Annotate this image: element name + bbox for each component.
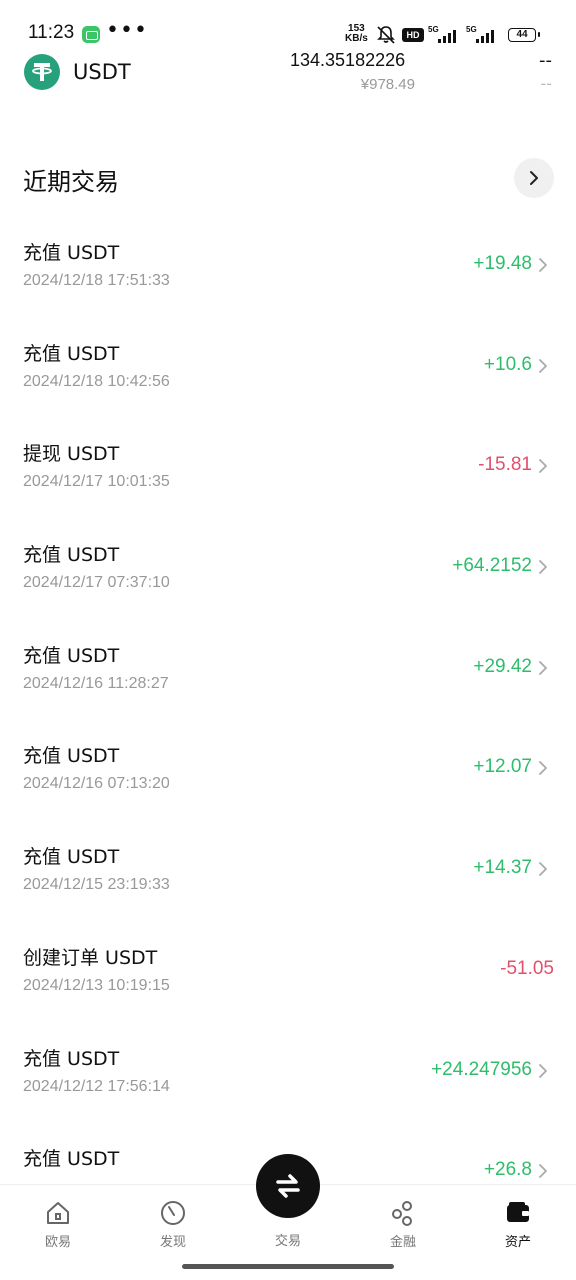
transaction-amount: -51.05: [500, 957, 554, 979]
transaction-time: 2024/12/16 11:28:27: [23, 674, 169, 692]
chevron-right-icon: [539, 459, 547, 474]
transaction-title: 充值 USDT: [23, 1047, 120, 1070]
asset-cny-value: ¥978.49: [360, 76, 415, 93]
transaction-title: 创建订单 USDT: [23, 946, 158, 969]
transaction-amount: +26.8: [483, 1159, 532, 1181]
transaction-row[interactable]: 充值 USDT 2024/12/17 07:37:10 +64.2152: [0, 516, 576, 617]
asset-change: --: [539, 50, 552, 71]
trade-button[interactable]: [256, 1154, 320, 1218]
recent-transactions-header: 近期交易: [0, 150, 576, 206]
bell-muted-icon: [376, 25, 396, 49]
transaction-time: 2024/12/16 07:13:20: [23, 775, 170, 793]
chevron-right-icon: [539, 1063, 547, 1078]
hd-voice-icon: HD: [402, 28, 424, 42]
asset-name: USDT: [73, 60, 131, 84]
nav-item-home[interactable]: 欧易: [18, 1199, 98, 1259]
transaction-row[interactable]: 提现 USDT 2024/12/17 10:01:35 -15.81: [0, 415, 576, 516]
transaction-amount: +19.48: [473, 253, 532, 274]
nav-label: 发现: [159, 1235, 186, 1250]
wallet-icon: [507, 1202, 529, 1222]
transaction-row[interactable]: 创建订单 USDT 2024/12/13 10:19:15 -51.05: [0, 919, 576, 1020]
view-more-button[interactable]: [514, 158, 554, 198]
transaction-row[interactable]: 充值 USDT 2024/12/18 17:51:33 +19.48: [0, 214, 576, 315]
asset-change-percent: --: [540, 74, 552, 93]
transaction-title: 充值 USDT: [23, 846, 120, 869]
transaction-time: 2024/12/12 17:56:14: [23, 1077, 170, 1095]
transaction-amount: +12.07: [473, 756, 532, 778]
transaction-title: 充值 USDT: [23, 1148, 120, 1171]
nav-label: 资产: [504, 1235, 531, 1250]
more-notifications-icon: •••: [106, 18, 148, 43]
transaction-time: 2024/12/13 10:19:15: [23, 976, 170, 994]
usdt-logo-icon: [24, 54, 60, 90]
chevron-right-icon: [539, 862, 547, 877]
transaction-time: 2024/12/17 07:37:10: [23, 574, 170, 592]
status-bar: 11:23 ••• 153 KB/s HD 5G 5G 44: [0, 0, 576, 50]
network-speed: 153 KB/s: [345, 23, 368, 44]
chevron-right-icon: [539, 560, 547, 574]
messaging-app-icon: [82, 26, 100, 43]
status-time: 11:23: [28, 22, 75, 43]
home-indicator[interactable]: [182, 1264, 394, 1269]
chevron-right-icon: [539, 761, 547, 776]
transaction-title: 充值 USDT: [23, 242, 120, 264]
swap-icon: [276, 1174, 300, 1198]
transaction-row[interactable]: 充值 USDT 2024/12/16 11:28:27 +29.42: [0, 617, 576, 718]
finance-icon: [392, 1201, 412, 1226]
transaction-amount: +24.247956: [431, 1058, 532, 1080]
discover-icon: [161, 1201, 185, 1225]
asset-amount: 134.35182226: [290, 50, 406, 70]
chevron-right-icon: [539, 1164, 547, 1179]
chevron-right-icon: [539, 358, 547, 373]
nav-item-assets[interactable]: 资产: [478, 1199, 558, 1259]
transaction-amount: +10.6: [483, 353, 532, 375]
nav-label: 金融: [389, 1235, 416, 1250]
nav-label: 欧易: [44, 1235, 71, 1250]
transaction-amount: +64.2152: [452, 555, 532, 577]
transaction-amount: -15.81: [478, 454, 532, 476]
section-title: 近期交易: [23, 168, 119, 196]
transaction-amount: +29.42: [473, 655, 532, 677]
asset-row-usdt[interactable]: USDT 134.35182226 ¥978.49 -- --: [0, 50, 576, 110]
transaction-time: 2024/12/15 23:19:33: [23, 876, 170, 894]
transaction-list: 充值 USDT 2024/12/18 17:51:33 +19.48 充值 USDT 2…: [0, 214, 576, 1221]
transaction-time: 2024/12/18 10:42:56: [23, 372, 170, 390]
chevron-right-icon: [539, 660, 547, 675]
transaction-row[interactable]: 充值 USDT 2024/12/18 10:42:56 +10.6: [0, 315, 576, 416]
nav-item-finance[interactable]: 金融: [363, 1199, 443, 1259]
transaction-time: 2024/12/18 17:51:33: [23, 272, 170, 289]
nav-label-trade: 交易: [274, 1234, 301, 1249]
transaction-row[interactable]: 充值 USDT 2024/12/15 23:19:33 +14.37: [0, 818, 576, 919]
chevron-right-icon: [539, 258, 547, 272]
transaction-row[interactable]: 充值 USDT 2024/12/12 17:56:14 +24.247956: [0, 1020, 576, 1121]
transaction-title: 提现 USDT: [23, 443, 120, 466]
transaction-title: 充值 USDT: [23, 644, 120, 667]
home-icon: [47, 1202, 69, 1224]
transaction-title: 充值 USDT: [23, 544, 120, 567]
nav-item-discover[interactable]: 发现: [133, 1199, 213, 1259]
transaction-title: 充值 USDT: [23, 745, 120, 768]
transaction-amount: +14.37: [473, 857, 532, 879]
battery-icon: 44: [508, 28, 540, 42]
transaction-title: 充值 USDT: [23, 342, 120, 365]
transaction-row[interactable]: 充值 USDT 2024/12/16 07:13:20 +12.07: [0, 717, 576, 818]
transaction-time: 2024/12/17 10:01:35: [23, 473, 170, 491]
